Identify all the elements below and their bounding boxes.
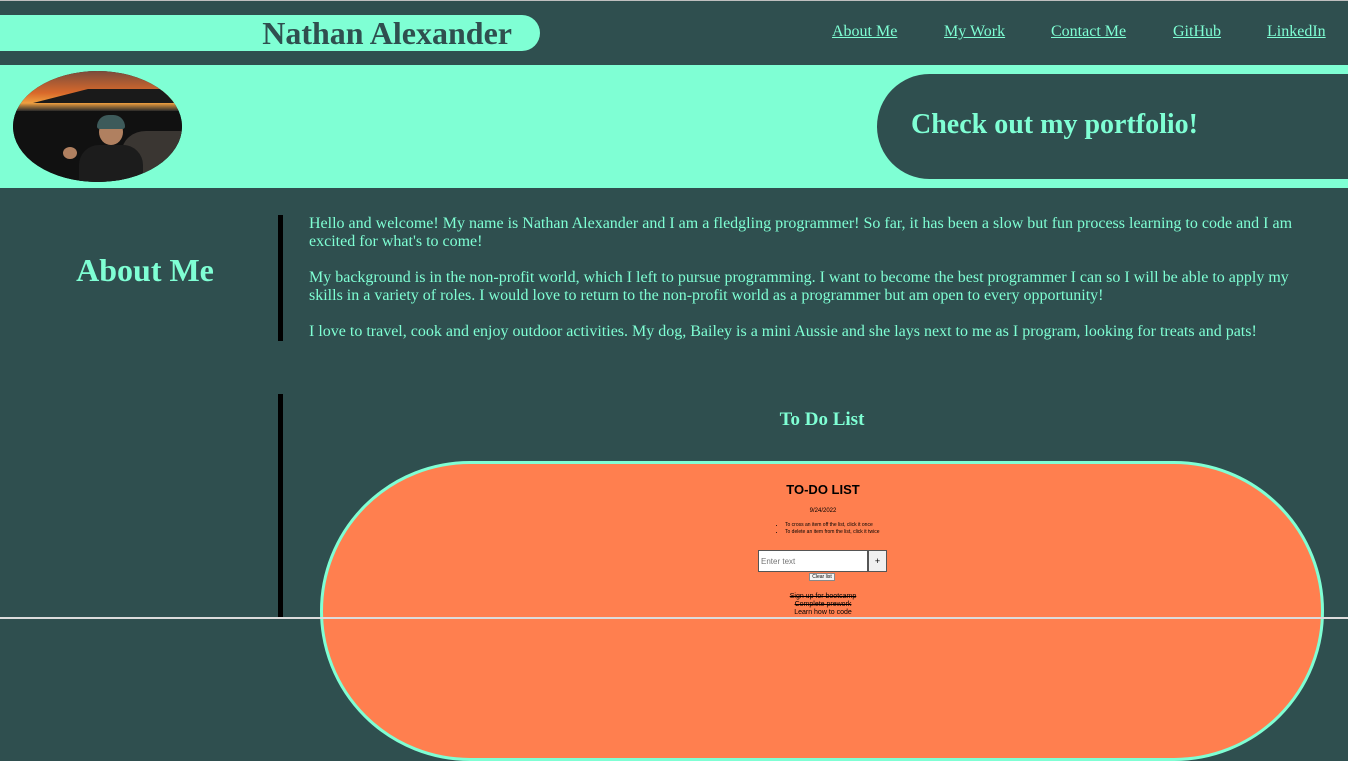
preview-instruction: To cross an item off the list, click it …	[785, 522, 895, 529]
nav-about-me-link[interactable]: About Me	[832, 23, 897, 41]
about-divider	[278, 215, 283, 341]
work-divider	[278, 394, 283, 619]
name-banner: Nathan Alexander	[0, 15, 540, 51]
about-paragraph: My background is in the non-profit world…	[309, 269, 1289, 304]
hero-banner: Check out my portfolio!	[0, 65, 1348, 188]
nav-github-link[interactable]: GitHub	[1173, 23, 1221, 41]
preview-text-input	[758, 550, 868, 572]
preview-clear-button: Clear list	[809, 573, 835, 581]
about-me-heading: About Me	[76, 252, 214, 288]
preview-item: Learn how to code	[794, 609, 852, 616]
preview-title: TO-DO LIST	[786, 482, 860, 497]
preview-item: Complete prework	[794, 601, 852, 608]
nav-my-work-link[interactable]: My Work	[944, 23, 1005, 41]
site-header: Nathan Alexander About Me My Work Contac…	[0, 0, 1348, 65]
about-paragraph: I love to travel, cook and enjoy outdoor…	[309, 323, 1257, 340]
about-me-text: Hello and welcome! My name is Nathan Ale…	[309, 215, 1319, 359]
preview-item: Sign up for bootcamp	[789, 593, 857, 600]
portfolio-callout-text: Check out my portfolio!	[911, 109, 1198, 140]
site-title: Nathan Alexander	[262, 15, 512, 51]
nav-contact-me-link[interactable]: Contact Me	[1051, 23, 1126, 41]
portfolio-callout: Check out my portfolio!	[877, 74, 1348, 179]
preview-instruction: To delete an item from the list, click i…	[785, 529, 895, 536]
nav-linkedin-link[interactable]: LinkedIn	[1267, 23, 1326, 41]
about-paragraph: Hello and welcome! My name is Nathan Ale…	[309, 215, 1293, 250]
project-card-to-do-list[interactable]: TO-DO LIST 9/24/2022 To cross an item of…	[320, 461, 1324, 761]
preview-date: 9/24/2022	[809, 508, 837, 514]
profile-photo	[13, 71, 182, 182]
preview-instructions: To cross an item off the list, click it …	[775, 522, 895, 536]
preview-items: Sign up for bootcamp Complete prework Le…	[323, 593, 1321, 617]
project-title-to-do-list[interactable]: To Do List	[290, 409, 1348, 431]
preview-add-button: +	[868, 550, 887, 572]
